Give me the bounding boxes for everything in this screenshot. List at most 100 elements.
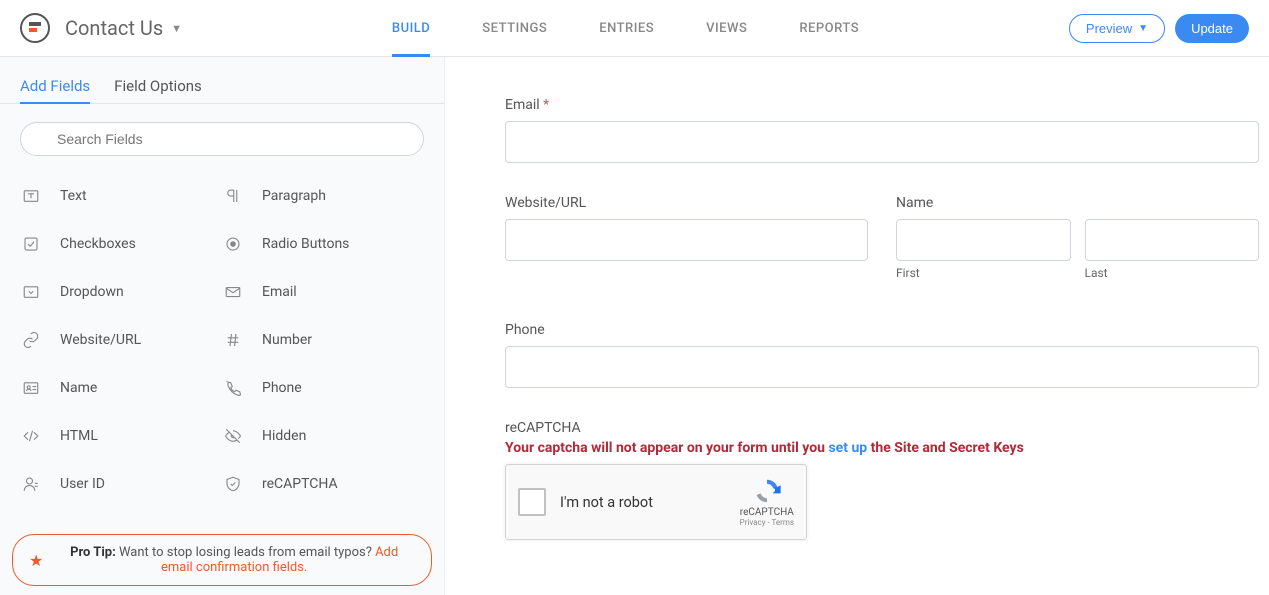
last-name-input[interactable] xyxy=(1085,219,1260,261)
main: Add Fields Field Options Text Paragraph … xyxy=(0,57,1269,595)
tab-field-options[interactable]: Field Options xyxy=(114,69,202,103)
field-number[interactable]: Number xyxy=(222,316,424,364)
nav-settings[interactable]: SETTINGS xyxy=(456,0,573,56)
field-label: Hidden xyxy=(262,428,306,444)
nav-build[interactable]: BUILD xyxy=(366,0,456,56)
field-label: Website/URL xyxy=(60,332,141,348)
captcha-warning: Your captcha will not appear on your for… xyxy=(505,440,1259,456)
protip-label: Pro Tip: xyxy=(70,545,116,560)
label-text: Email xyxy=(505,97,540,113)
field-phone[interactable]: Phone xyxy=(222,364,424,412)
fields-grid: Text Paragraph Checkboxes Radio Buttons … xyxy=(0,166,444,514)
hidden-icon xyxy=(222,425,244,447)
first-name-input[interactable] xyxy=(896,219,1071,261)
warning-post: the Site and Secret Keys xyxy=(867,440,1024,456)
field-label: Text xyxy=(60,188,87,204)
field-label: Radio Buttons xyxy=(262,236,349,252)
field-label: Paragraph xyxy=(262,188,326,204)
form-field-phone[interactable]: Phone xyxy=(505,322,1259,388)
field-email[interactable]: Email xyxy=(222,268,424,316)
paragraph-icon xyxy=(222,185,244,207)
last-sublabel: Last xyxy=(1085,266,1260,280)
shield-icon xyxy=(222,473,244,495)
recaptcha-label: reCAPTCHA xyxy=(505,420,1259,436)
field-label: Name xyxy=(60,380,97,396)
field-paragraph[interactable]: Paragraph xyxy=(222,172,424,220)
first-sublabel: First xyxy=(896,266,1071,280)
html-icon xyxy=(20,425,42,447)
recaptcha-icon xyxy=(751,477,783,505)
field-checkboxes[interactable]: Checkboxes xyxy=(20,220,222,268)
text-icon xyxy=(20,185,42,207)
field-label: Email xyxy=(262,284,297,300)
field-html[interactable]: HTML xyxy=(20,412,222,460)
field-dropdown[interactable]: Dropdown xyxy=(20,268,222,316)
field-label: reCAPTCHA xyxy=(262,476,338,492)
field-recaptcha[interactable]: reCAPTCHA xyxy=(222,460,424,508)
form-field-recaptcha[interactable]: reCAPTCHA Your captcha will not appear o… xyxy=(505,420,1259,540)
protip-banner: ★ Pro Tip: Want to stop losing leads fro… xyxy=(12,534,432,586)
name-fields: First Last xyxy=(896,219,1259,280)
main-nav: BUILD SETTINGS ENTRIES VIEWS REPORTS xyxy=(366,0,885,56)
field-url[interactable]: Website/URL xyxy=(20,316,222,364)
radio-icon xyxy=(222,233,244,255)
form-field-email[interactable]: Email * xyxy=(505,97,1259,163)
form-field-website[interactable]: Website/URL xyxy=(505,195,868,280)
link-icon xyxy=(20,329,42,351)
nav-reports[interactable]: REPORTS xyxy=(773,0,885,56)
phone-icon xyxy=(222,377,244,399)
search-input[interactable] xyxy=(20,122,424,156)
chevron-down-icon: ▼ xyxy=(1138,23,1148,34)
field-label: Phone xyxy=(262,380,302,396)
required-indicator: * xyxy=(543,97,549,113)
email-icon xyxy=(222,281,244,303)
protip-text: Want to stop losing leads from email typ… xyxy=(119,545,372,560)
recaptcha-privacy: Privacy - Terms xyxy=(740,518,794,527)
app-logo[interactable] xyxy=(20,13,50,43)
preview-button[interactable]: Preview ▼ xyxy=(1069,14,1165,43)
recaptcha-text: I'm not a robot xyxy=(560,494,740,511)
captcha-setup-link[interactable]: set up xyxy=(828,440,867,456)
dropdown-icon xyxy=(20,281,42,303)
update-button[interactable]: Update xyxy=(1175,14,1249,43)
sidebar-tabs: Add Fields Field Options xyxy=(0,57,444,104)
chevron-down-icon: ▼ xyxy=(171,22,182,35)
field-label: Checkboxes xyxy=(60,236,136,252)
field-label: HTML xyxy=(60,428,98,444)
form-row-two-col: Website/URL Name First Last xyxy=(505,195,1259,280)
field-name[interactable]: Name xyxy=(20,364,222,412)
name-icon xyxy=(20,377,42,399)
user-icon xyxy=(20,473,42,495)
number-icon xyxy=(222,329,244,351)
form-field-name[interactable]: Name First Last xyxy=(896,195,1259,280)
form-title-dropdown[interactable]: Contact Us ▼ xyxy=(65,16,182,40)
field-userid[interactable]: User ID xyxy=(20,460,222,508)
phone-label: Phone xyxy=(505,322,1259,338)
form-canvas: Email * Website/URL Name First Last xyxy=(445,57,1269,595)
name-first-wrap: First xyxy=(896,219,1071,280)
search-container xyxy=(0,104,444,166)
website-label: Website/URL xyxy=(505,195,868,211)
recaptcha-widget[interactable]: I'm not a robot reCAPTCHA Privacy - Term… xyxy=(505,464,807,540)
nav-views[interactable]: VIEWS xyxy=(680,0,773,56)
form-title-text: Contact Us xyxy=(65,16,163,40)
website-input[interactable] xyxy=(505,219,868,261)
nav-entries[interactable]: ENTRIES xyxy=(573,0,680,56)
sidebar: Add Fields Field Options Text Paragraph … xyxy=(0,57,445,595)
field-hidden[interactable]: Hidden xyxy=(222,412,424,460)
star-icon: ★ xyxy=(29,551,43,570)
field-radio[interactable]: Radio Buttons xyxy=(222,220,424,268)
field-text[interactable]: Text xyxy=(20,172,222,220)
field-label: Number xyxy=(262,332,312,348)
header-actions: Preview ▼ Update xyxy=(1069,14,1249,43)
email-input[interactable] xyxy=(505,121,1259,163)
protip-content: Pro Tip: Want to stop losing leads from … xyxy=(53,545,415,575)
phone-input[interactable] xyxy=(505,346,1259,388)
field-label: User ID xyxy=(60,476,105,492)
recaptcha-checkbox[interactable] xyxy=(518,488,546,516)
warning-pre: Your captcha will not appear on your for… xyxy=(505,440,828,456)
email-label: Email * xyxy=(505,97,1259,113)
checkbox-icon xyxy=(20,233,42,255)
tab-add-fields[interactable]: Add Fields xyxy=(20,69,90,103)
recaptcha-brand: reCAPTCHA xyxy=(740,507,794,518)
